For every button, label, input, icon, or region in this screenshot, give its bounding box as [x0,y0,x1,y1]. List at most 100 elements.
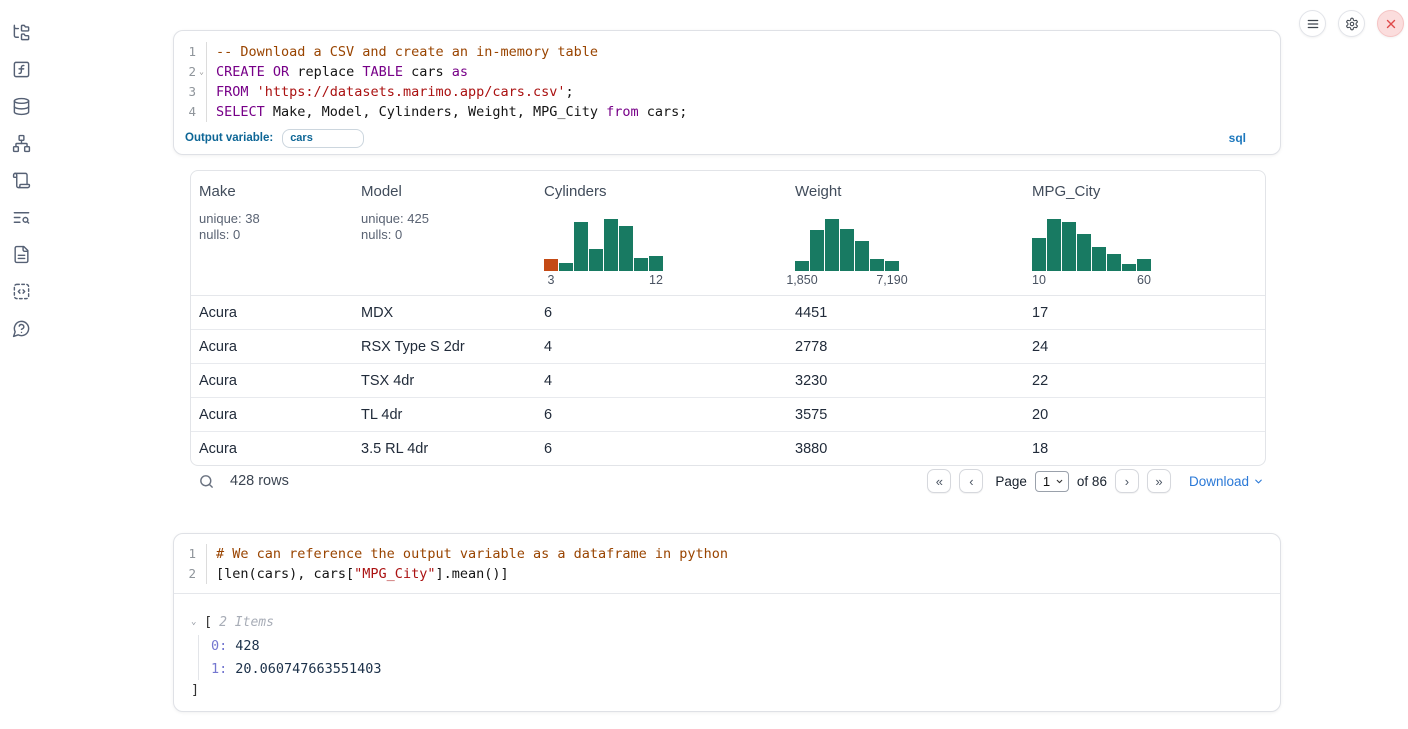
table-body: AcuraMDX6445117AcuraRSX Type S 2dr427782… [191,296,1265,465]
code-line: 4SELECT Make, Model, Cylinders, Weight, … [174,102,1280,122]
file-tree-icon[interactable] [11,22,31,42]
table-cell: 6 [536,296,787,329]
document-icon[interactable] [11,244,31,264]
output-variable-input[interactable]: cars [282,129,364,148]
sql-cell: 1 -- Download a CSV and create an in-memo… [173,30,1281,155]
table-row: AcuraRSX Type S 2dr4277824 [191,330,1265,364]
axis-min-label: 1,850 [786,273,817,287]
function-square-icon[interactable] [11,59,31,79]
table-cell: RSX Type S 2dr [353,330,536,363]
line-number: 2 [188,62,196,82]
histogram-bar [619,226,633,271]
help-icon[interactable] [11,318,31,338]
axis-min-label: 3 [548,273,555,287]
histogram-axis: 1,8507,190 [795,273,899,289]
code-token: -- Download a CSV and create an in-memor… [216,44,598,60]
table-cell: 3.5 RL 4dr [353,432,536,465]
close-bracket: ] [191,681,1263,699]
python-code-editor[interactable]: 1 # We can reference the output variable … [174,534,1280,584]
item-index: 1: [211,661,227,677]
table-cell: 4 [536,364,787,397]
table-cell: MDX [353,296,536,329]
histogram-bar [1107,254,1121,271]
dependency-graph-icon[interactable] [11,133,31,153]
code-line: 1 -- Download a CSV and create an in-memo… [174,42,1280,62]
code-token: as [452,64,468,80]
histogram-bars [795,219,899,271]
column-header-cylinders[interactable]: Cylinders 312 [536,171,787,295]
chevron-down-icon [1253,476,1264,487]
column-header-model[interactable]: Modelunique: 425nulls: 0 [353,171,536,295]
code-token: replace [289,64,362,80]
table-cell: 20 [1024,398,1265,431]
histogram: 1,8507,190 [795,219,899,289]
table-row: AcuraTL 4dr6357520 [191,398,1265,432]
total-pages-label: of 86 [1077,474,1107,489]
line-gutter: 4 [174,102,207,122]
axis-min-label: 10 [1032,273,1046,287]
code-token: SELECT [216,104,265,120]
column-stat: unique: 38 [199,211,345,227]
line-gutter: 1 [174,544,207,564]
table-cell: Acura [191,296,353,329]
table-cell: 6 [536,398,787,431]
code-text: FROM 'https://datasets.marimo.app/cars.c… [207,82,574,102]
page-select[interactable]: 1 [1035,471,1069,492]
histogram: 312 [544,219,663,289]
column-header-make[interactable]: Makeunique: 38nulls: 0 [191,171,353,295]
logs-scroll-icon[interactable] [11,170,31,190]
sql-cell-footer: Output variable: cars sql [174,127,1280,149]
column-name: Cylinders [544,183,779,200]
line-number: 4 [188,102,196,122]
text-search-icon[interactable] [11,207,31,227]
collapse-toggle-icon[interactable]: ⌄ [191,617,204,627]
code-token: 'https://datasets.marimo.app/cars.csv' [257,84,566,100]
histogram-bar [604,219,618,271]
prev-page-button[interactable]: ‹ [959,469,983,493]
output-variable-label: Output variable: [185,132,273,144]
histogram-bar [855,241,869,271]
column-stat: nulls: 0 [199,227,345,243]
table-cell: Acura [191,364,353,397]
column-stat: nulls: 0 [361,227,528,243]
column-header-mpg_city[interactable]: MPG_City1060 [1024,171,1265,295]
histogram-bar [1092,247,1106,271]
histogram-axis: 312 [544,273,663,289]
download-button[interactable]: Download [1189,474,1264,489]
histogram-bar [885,261,899,271]
list-item: 0:428 [211,635,1263,658]
table-cell: Acura [191,398,353,431]
column-name: Weight [795,183,1016,200]
code-text: # We can reference the output variable a… [207,544,728,564]
line-gutter: 2 [174,564,207,584]
settings-button[interactable] [1338,10,1365,37]
line-number: 3 [188,82,196,102]
code-text: [len(cars), cars["MPG_City"].mean()] [207,564,509,584]
snippets-icon[interactable] [11,281,31,301]
histogram-bar [1137,259,1151,271]
code-token: FROM [216,84,249,100]
last-page-button[interactable]: » [1147,469,1171,493]
chevron-down-icon [1055,477,1064,486]
search-icon[interactable] [198,473,215,490]
code-token: TABLE [362,64,403,80]
table-cell: 18 [1024,432,1265,465]
sql-code-editor[interactable]: 1 -- Download a CSV and create an in-memo… [174,31,1280,122]
shutdown-button[interactable] [1377,10,1404,37]
topbar-actions [1299,10,1404,37]
column-header-weight[interactable]: Weight 1,8507,190 [787,171,1024,295]
line-number: 1 [188,42,196,62]
items-count-label: 2 Items [219,615,274,630]
code-line: 2⌄CREATE OR replace TABLE cars as [174,62,1280,82]
histogram-bar [1077,234,1091,271]
data-table: Makeunique: 38nulls: 0Modelunique: 425nu… [190,170,1266,466]
menu-button[interactable] [1299,10,1326,37]
histogram-bars [1032,219,1151,271]
code-token: # We can reference the output variable a… [216,546,728,562]
line-number: 2 [188,564,196,584]
gear-icon [1345,17,1359,31]
next-page-button[interactable]: › [1115,469,1139,493]
first-page-button[interactable]: « [927,469,951,493]
fold-icon[interactable]: ⌄ [197,62,206,82]
database-icon[interactable] [11,96,31,116]
